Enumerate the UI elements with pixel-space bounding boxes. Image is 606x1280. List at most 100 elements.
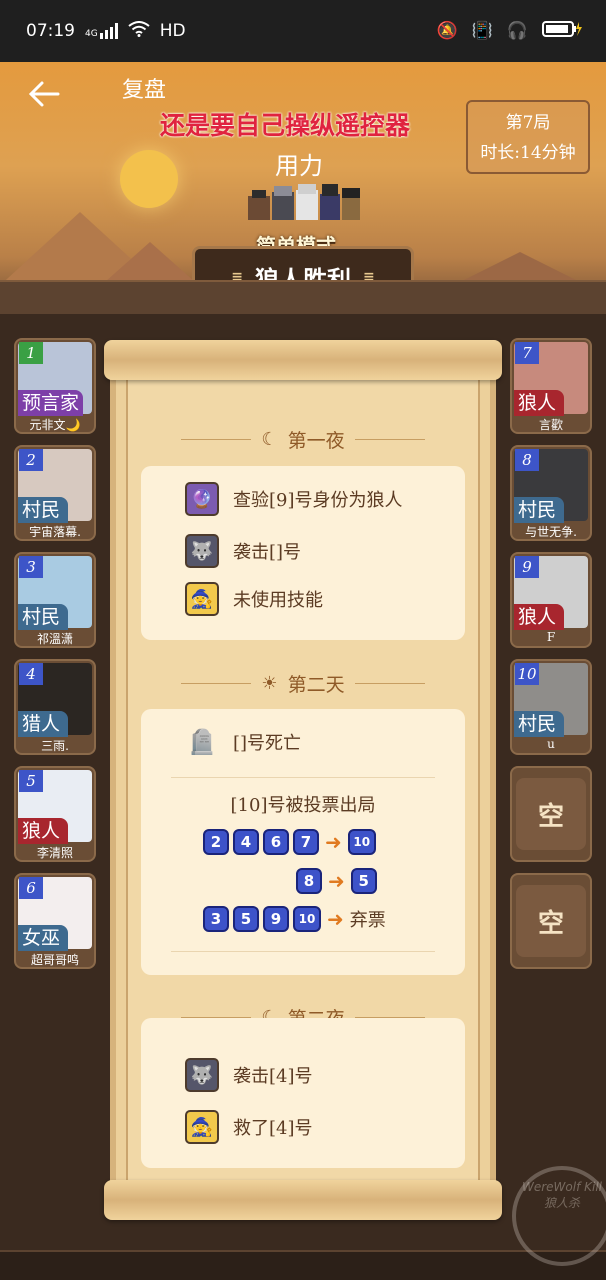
player-number: 7 — [515, 342, 539, 364]
event-row: 🔮 查验[9]号身份为狼人 — [185, 482, 403, 516]
player-number: 4 — [19, 663, 43, 685]
event-text: 查验[9]号身份为狼人 — [233, 490, 403, 511]
player-seat-8[interactable]: 8 村民 与世无争. — [510, 445, 592, 541]
moon-icon: ☾ — [261, 428, 278, 450]
player-seat-3[interactable]: 3 村民 祁溫潇 — [14, 552, 96, 648]
vote-row: 8 ➜ 5 — [296, 868, 377, 894]
player-seat-7[interactable]: 7 狼人 言歡 — [510, 338, 592, 434]
empty-seat-11[interactable]: 空 — [510, 766, 592, 862]
arrow-right-icon: ➜ — [328, 869, 345, 893]
player-role: 狼人 — [514, 390, 564, 416]
arrow-right-icon: ➜ — [325, 830, 342, 854]
witch-icon: 🧙 — [185, 1110, 219, 1144]
empty-seat-label: 空 — [516, 778, 586, 850]
bottom-decoration — [0, 1250, 606, 1280]
voter-chip: 3 — [203, 906, 229, 932]
vote-row: 3 5 9 10 ➜ 弃票 — [203, 906, 386, 932]
voter-chip: 6 — [263, 829, 289, 855]
event-text: []号死亡 — [233, 733, 302, 754]
player-seat-10[interactable]: 10 村民 u — [510, 659, 592, 755]
player-role: 猎人 — [18, 711, 68, 737]
player-seat-4[interactable]: 4 猎人 三雨. — [14, 659, 96, 755]
page-title: 复盘 — [122, 78, 167, 103]
player-number: 2 — [19, 449, 43, 471]
voter-chip: 9 — [263, 906, 289, 932]
overlay-caption-red: 还是要自己操纵遥控器 — [160, 111, 411, 140]
mute-icon: 🔕 — [436, 21, 458, 41]
app-watermark-logo: WereWolf Kill 狼人杀 — [512, 1166, 606, 1266]
game-duration: 时长:14分钟 — [480, 143, 576, 163]
player-role: 村民 — [514, 711, 564, 737]
player-number: 9 — [515, 556, 539, 578]
werewolf-icon: 🐺 — [185, 1058, 219, 1092]
round-number: 第7局 — [505, 113, 551, 133]
wifi-icon — [128, 21, 150, 41]
night-1-card: 🔮 查验[9]号身份为狼人 🐺 袭击[]号 🧙 未使用技能 — [141, 466, 465, 640]
empty-seat-label: 空 — [516, 885, 586, 957]
player-name: 三雨. — [41, 739, 69, 753]
phase-night-1: ☾ 第一夜 — [140, 424, 466, 454]
empty-seat-12[interactable]: 空 — [510, 873, 592, 969]
status-bar: 07:19 4G HD 🔕 📳 🎧 — [0, 0, 606, 62]
event-text: 未使用技能 — [233, 590, 323, 611]
player-number: 1 — [19, 342, 43, 364]
scroll-roll-bottom — [104, 1180, 502, 1220]
player-role: 村民 — [18, 497, 68, 523]
divider-line — [354, 438, 425, 440]
back-button[interactable] — [26, 76, 66, 116]
player-seat-2[interactable]: 2 村民 宇宙落幕. — [14, 445, 96, 541]
scroll-roll-top — [104, 340, 502, 380]
voter-chip: 2 — [203, 829, 229, 855]
arrow-left-icon — [28, 81, 60, 107]
status-time: 07:19 — [26, 21, 75, 41]
voter-chip: 7 — [293, 829, 319, 855]
event-row: 🪦 []号死亡 — [185, 725, 301, 759]
night-2-card: 🐺 袭击[4]号 🧙 救了[4]号 — [141, 1018, 465, 1168]
player-name: 李清照 — [36, 846, 73, 860]
network-type: 4G — [85, 29, 98, 39]
event-row: 🧙 救了[4]号 — [185, 1110, 313, 1144]
player-name: 元非文🌙 — [29, 418, 81, 432]
phase-label: 第一夜 — [287, 429, 345, 452]
seer-icon: 🔮 — [185, 482, 219, 516]
target-chip: 5 — [350, 868, 377, 894]
player-seat-1[interactable]: 1 预言家 元非文🌙 — [14, 338, 96, 434]
player-number: 6 — [19, 877, 43, 899]
player-number: 5 — [19, 770, 43, 792]
player-role: 狼人 — [514, 604, 564, 630]
player-name: 言歡 — [538, 418, 563, 432]
signal-icon: 4G — [85, 23, 118, 39]
vote-result-title: [10]号被投票出局 — [230, 795, 376, 816]
event-row: 🧙 未使用技能 — [185, 582, 323, 616]
player-name: F — [546, 630, 556, 644]
abstain-label: 弃票 — [349, 910, 386, 931]
target-chip: 10 — [347, 829, 376, 855]
divider-line — [181, 682, 252, 684]
event-text: 袭击[]号 — [233, 542, 302, 563]
event-text: 救了[4]号 — [233, 1118, 313, 1139]
player-role: 狼人 — [18, 818, 68, 844]
player-number: 3 — [19, 556, 43, 578]
player-seat-5[interactable]: 5 狼人 李清照 — [14, 766, 96, 862]
player-seat-9[interactable]: 9 狼人 F — [510, 552, 592, 648]
player-name: 与世无争. — [525, 525, 577, 539]
event-text: 袭击[4]号 — [233, 1066, 313, 1087]
player-name: 祁溫潇 — [36, 632, 73, 646]
board-frame-top — [0, 280, 606, 314]
player-number: 10 — [515, 663, 539, 685]
hd-label: HD — [159, 21, 186, 41]
witch-icon: 🧙 — [185, 582, 219, 616]
battery-charging-icon — [542, 20, 582, 43]
round-info: 第7局 时长:14分钟 — [466, 100, 590, 174]
characters-icon — [248, 184, 360, 220]
headphones-icon: 🎧 — [506, 21, 528, 41]
player-seat-6[interactable]: 6 女巫 超哥哥鸣 — [14, 873, 96, 969]
divider-line — [171, 951, 435, 952]
sun-decoration — [120, 150, 178, 208]
werewolf-icon: 🐺 — [185, 534, 219, 568]
phase-day-2: ☀ 第二天 — [140, 668, 466, 698]
voter-chip: 4 — [233, 829, 259, 855]
divider-line — [354, 682, 425, 684]
player-role: 预言家 — [18, 390, 84, 416]
voter-chip: 5 — [233, 906, 259, 932]
